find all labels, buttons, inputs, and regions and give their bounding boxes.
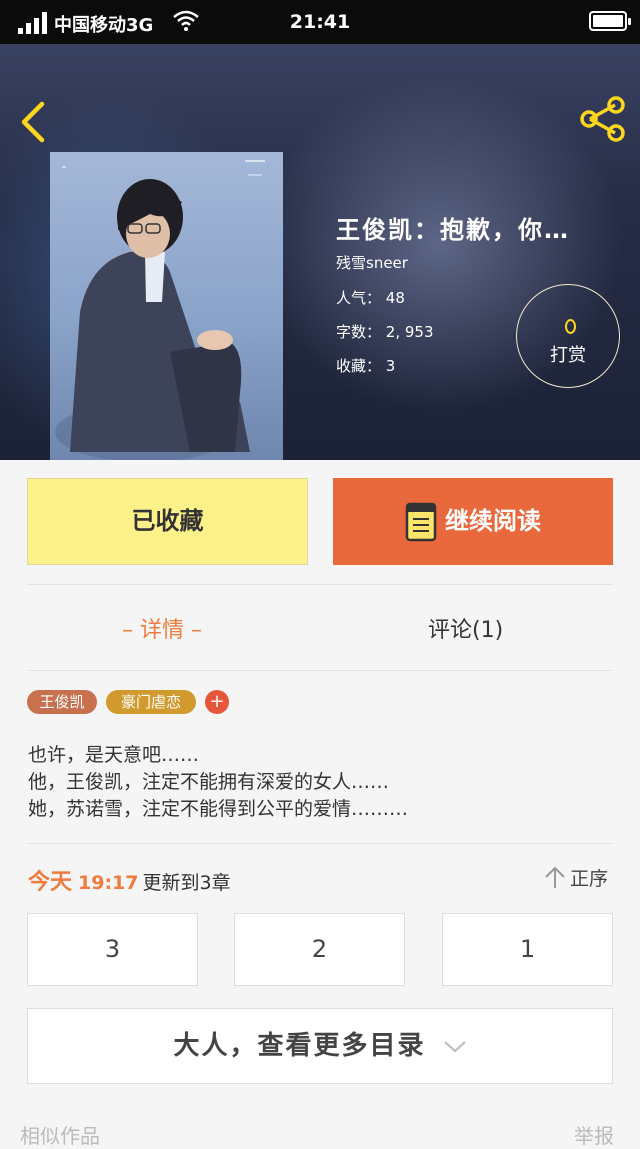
- cover-figure: [55, 160, 265, 460]
- chapter-button[interactable]: 2: [234, 913, 405, 986]
- update-time: 19:17: [78, 872, 139, 894]
- tab-comments[interactable]: 评论(1): [428, 612, 503, 644]
- book-header: 王俊凯：抱歉，你… 残雪sneer 人气： 48 字数： 2, 953 收藏： …: [0, 44, 640, 460]
- arrow-up-icon: [545, 866, 565, 888]
- book-author[interactable]: 残雪sneer: [336, 252, 408, 273]
- book-cover[interactable]: [50, 152, 283, 460]
- tab-detail[interactable]: – 详情 –: [122, 612, 202, 644]
- book-description: 也许，是天意吧…… 他，王俊凯，注定不能拥有深爱的女人…… 她，苏诺雪，注定不能…: [28, 744, 409, 820]
- favorites-stat: 收藏： 3: [336, 355, 395, 376]
- continue-reading-button[interactable]: 继续阅读: [333, 478, 613, 565]
- status-bar: 中国移动3G 21:41: [0, 0, 640, 44]
- collected-button[interactable]: 已收藏: [27, 478, 308, 565]
- tag-chip[interactable]: 豪门虐恋: [106, 690, 196, 714]
- coin-icon: [565, 319, 576, 334]
- divider: [27, 584, 613, 585]
- word-count-value: 2, 953: [385, 323, 434, 341]
- tip-label: 打赏: [550, 345, 586, 366]
- chapter-button[interactable]: 3: [27, 913, 198, 986]
- divider: [27, 670, 613, 671]
- tip-button[interactable]: 打赏: [516, 284, 620, 388]
- tag-chip[interactable]: 王俊凯: [27, 690, 97, 714]
- popularity-label: 人气：: [336, 289, 382, 307]
- chapter-button[interactable]: 1: [442, 913, 613, 986]
- popularity-value: 48: [385, 289, 405, 307]
- favorites-label: 收藏：: [336, 357, 382, 375]
- chevron-down-icon: [443, 1040, 466, 1052]
- sort-label: 正序: [570, 868, 609, 890]
- favorites-value: 3: [385, 357, 396, 375]
- update-info: 今天 19:17 更新到3章: [28, 864, 231, 896]
- view-more-catalog-button[interactable]: 大人，查看更多目录: [27, 1008, 613, 1084]
- similar-works-heading: 相似作品: [20, 1124, 100, 1148]
- update-text: 更新到3章: [142, 872, 231, 894]
- add-tag-button[interactable]: +: [205, 690, 229, 714]
- back-icon[interactable]: [18, 100, 48, 144]
- report-link[interactable]: 举报: [574, 1120, 614, 1149]
- popularity-stat: 人气： 48: [336, 287, 405, 308]
- book-title: 王俊凯：抱歉，你…: [336, 216, 570, 244]
- continue-reading-label: 继续阅读: [445, 507, 541, 535]
- divider: [27, 843, 613, 844]
- word-count-label: 字数：: [336, 323, 382, 341]
- sort-toggle[interactable]: 正序: [544, 864, 608, 891]
- view-more-label: 大人，查看更多目录: [173, 1031, 426, 1061]
- update-today: 今天: [28, 870, 73, 895]
- battery-icon: [589, 11, 631, 31]
- clock: 21:41: [289, 11, 351, 33]
- word-count-stat: 字数： 2, 953: [336, 321, 434, 342]
- collected-label: 已收藏: [131, 507, 204, 535]
- book-icon: [405, 502, 437, 542]
- share-icon[interactable]: [578, 94, 628, 144]
